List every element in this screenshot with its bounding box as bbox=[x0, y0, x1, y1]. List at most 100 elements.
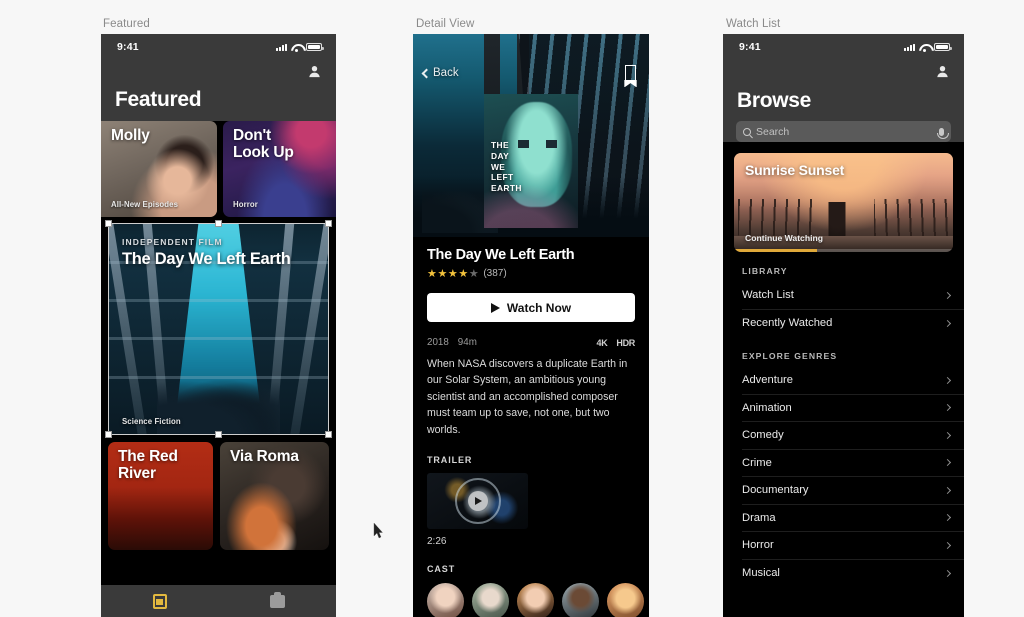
continue-watching-subtitle: Continue Watching bbox=[745, 233, 823, 243]
status-icons bbox=[276, 43, 324, 52]
cast-avatar[interactable] bbox=[562, 583, 599, 617]
release-year: 2018 bbox=[427, 337, 449, 348]
hero-card-container: INDEPENDENT FILM The Day We Left Earth S… bbox=[101, 220, 336, 438]
library-list: Watch List Recently Watched bbox=[723, 282, 964, 337]
selection-handle-bottom-right[interactable] bbox=[325, 431, 332, 438]
browse-header: 9:41 Browse Search bbox=[723, 34, 964, 142]
wifi-icon bbox=[919, 43, 930, 52]
detail-screen[interactable]: Back THE DAY WE LEFT EARTH The Day We Le… bbox=[413, 34, 649, 617]
tab-store[interactable] bbox=[219, 591, 337, 608]
chevron-right-icon bbox=[943, 431, 952, 439]
tile-subtitle: Horror bbox=[233, 200, 258, 209]
cast-avatar[interactable] bbox=[607, 583, 644, 617]
featured-tile-row-2: The Red River Via Roma bbox=[101, 442, 336, 550]
list-item-adventure[interactable]: Adventure bbox=[742, 367, 964, 395]
cellular-bars-icon bbox=[904, 43, 915, 51]
profile-button[interactable] bbox=[723, 58, 964, 84]
tile-dont-look-up[interactable]: Don't Look Up Horror bbox=[223, 121, 336, 217]
microphone-icon[interactable] bbox=[936, 127, 949, 139]
back-button[interactable]: Back bbox=[421, 67, 459, 79]
detail-title: The Day We Left Earth bbox=[427, 247, 575, 263]
selection-handle-bottom-left[interactable] bbox=[105, 431, 112, 438]
mouse-cursor bbox=[373, 522, 383, 539]
trailer-duration: 2:26 bbox=[427, 536, 447, 548]
featured-screen[interactable]: 9:41 Featured Molly All-New Episodes Don… bbox=[101, 34, 336, 617]
cellular-bars-icon bbox=[276, 43, 287, 51]
chevron-right-icon bbox=[943, 404, 952, 412]
tile-title: Molly bbox=[111, 127, 150, 144]
list-item-label: Recently Watched bbox=[742, 317, 833, 330]
tile-via-roma[interactable]: Via Roma bbox=[220, 442, 329, 550]
list-item-watch-list[interactable]: Watch List bbox=[742, 282, 964, 310]
bookmark-icon[interactable] bbox=[625, 65, 636, 80]
page-title: Featured bbox=[101, 84, 336, 121]
battery-icon bbox=[934, 43, 952, 51]
chevron-right-icon bbox=[943, 319, 952, 327]
list-item-label: Horror bbox=[742, 539, 774, 552]
search-icon bbox=[743, 127, 751, 136]
profile-button[interactable] bbox=[101, 58, 336, 84]
browse-screen[interactable]: 9:41 Browse Search Sunrise Sunset Contin… bbox=[723, 34, 964, 617]
status-time: 9:41 bbox=[739, 41, 761, 53]
selection-handle-top-left[interactable] bbox=[105, 220, 112, 227]
chevron-right-icon bbox=[943, 291, 952, 299]
tile-title: Don't Look Up bbox=[233, 127, 294, 161]
battery-icon bbox=[306, 43, 324, 51]
trailer-heading: TRAILER bbox=[427, 455, 473, 466]
tab-library[interactable] bbox=[101, 593, 219, 609]
tile-title: Via Roma bbox=[230, 448, 299, 465]
list-item-horror[interactable]: Horror bbox=[742, 532, 964, 560]
hero-card[interactable]: INDEPENDENT FILM The Day We Left Earth S… bbox=[108, 223, 329, 435]
tile-molly[interactable]: Molly All-New Episodes bbox=[101, 121, 217, 217]
design-canvas: Featured Detail View Watch List 9:41 Fea… bbox=[0, 0, 1024, 617]
cast-avatar[interactable] bbox=[517, 583, 554, 617]
search-field[interactable]: Search bbox=[736, 121, 951, 142]
search-placeholder: Search bbox=[756, 125, 790, 138]
status-icons bbox=[904, 43, 952, 52]
list-item-crime[interactable]: Crime bbox=[742, 450, 964, 477]
continue-watching-card[interactable]: Sunrise Sunset Continue Watching bbox=[734, 153, 953, 252]
cast-heading: CAST bbox=[427, 564, 456, 575]
watch-now-button[interactable]: Watch Now bbox=[427, 293, 635, 322]
tile-subtitle: All-New Episodes bbox=[111, 200, 179, 209]
rating-row: ★★★★★ (387) bbox=[427, 267, 635, 280]
list-item-documentary[interactable]: Documentary bbox=[742, 477, 964, 505]
watch-now-label: Watch Now bbox=[506, 300, 572, 315]
back-label: Back bbox=[433, 67, 459, 79]
selection-handle-bottom-center[interactable] bbox=[215, 431, 222, 438]
chevron-right-icon bbox=[943, 486, 952, 494]
list-item-recently-watched[interactable]: Recently Watched bbox=[742, 310, 964, 338]
selection-handle-top-center[interactable] bbox=[215, 220, 222, 227]
play-icon bbox=[490, 302, 500, 313]
list-item-comedy[interactable]: Comedy bbox=[742, 422, 964, 450]
status-bar: 9:41 bbox=[723, 34, 964, 58]
tile-the-red-river[interactable]: The Red River bbox=[108, 442, 213, 550]
list-item-drama[interactable]: Drama bbox=[742, 505, 964, 532]
page-title: Browse bbox=[737, 89, 812, 112]
profile-avatar-icon bbox=[937, 65, 948, 77]
progress-bar bbox=[734, 249, 953, 252]
cast-avatar[interactable] bbox=[472, 583, 509, 617]
cast-avatar[interactable] bbox=[427, 583, 464, 617]
list-item-label: Drama bbox=[742, 511, 776, 524]
store-tab-icon bbox=[269, 591, 285, 608]
detail-body: The Day We Left Earth ★★★★★ (387) Watch … bbox=[413, 247, 649, 617]
star-rating-icon: ★★★★★ bbox=[427, 268, 480, 280]
tab-bar bbox=[101, 585, 336, 617]
badge-hdr: HDR bbox=[616, 337, 635, 348]
featured-header: 9:41 Featured bbox=[101, 34, 336, 121]
profile-avatar-icon bbox=[309, 65, 320, 77]
continue-watching-title: Sunrise Sunset bbox=[745, 162, 845, 178]
selection-edge-left bbox=[108, 223, 109, 435]
list-item-animation[interactable]: Animation bbox=[742, 395, 964, 422]
chevron-right-icon bbox=[943, 459, 952, 467]
synopsis-text: When NASA discovers a duplicate Earth in… bbox=[427, 358, 628, 436]
detail-hero: Back THE DAY WE LEFT EARTH bbox=[413, 34, 649, 237]
list-item-musical[interactable]: Musical bbox=[742, 560, 964, 588]
hero-subtitle: Science Fiction bbox=[122, 417, 181, 426]
list-item-label: Adventure bbox=[742, 374, 793, 387]
selection-handle-top-right[interactable] bbox=[325, 220, 332, 227]
trailer-thumbnail[interactable] bbox=[427, 473, 528, 530]
genres-list: Adventure Animation Comedy Crime Documen… bbox=[723, 367, 964, 587]
movie-poster: THE DAY WE LEFT EARTH bbox=[484, 94, 578, 228]
